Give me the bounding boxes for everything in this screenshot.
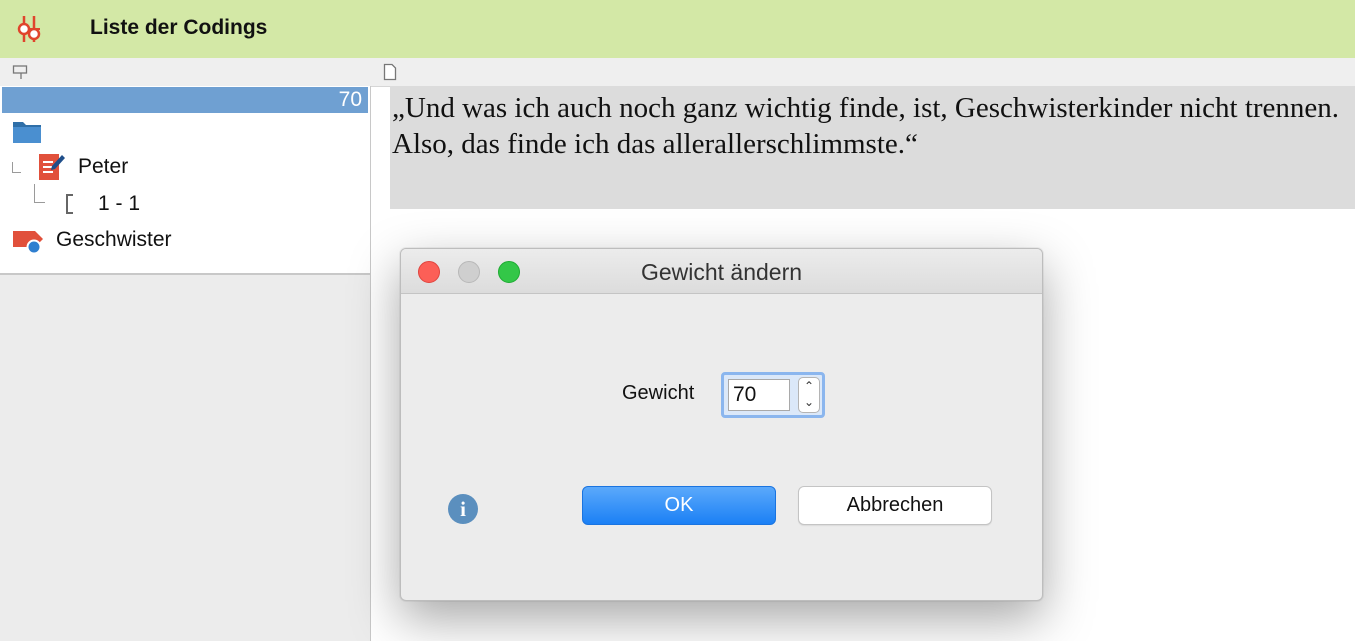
selected-coding-row[interactable]: 70: [2, 87, 368, 113]
segment-bracket-icon: [66, 194, 73, 214]
code-tag-icon: [13, 231, 43, 255]
chevron-up-icon[interactable]: ⌃: [799, 379, 819, 393]
change-weight-dialog: Gewicht ändern Gewicht 70 ⌃ ⌄ i OK Abbre…: [400, 248, 1043, 601]
code-name: Geschwister: [56, 228, 172, 251]
coding-tree: 70 Peter 1 - 1 Geschwister: [0, 86, 371, 275]
tree-item-segment[interactable]: 1 - 1: [64, 189, 140, 219]
weight-input[interactable]: 70: [728, 379, 790, 411]
tree-item-document[interactable]: Peter: [38, 152, 128, 182]
dialog-title: Gewicht ändern: [640, 259, 803, 285]
tree-item-code[interactable]: Geschwister: [12, 225, 172, 255]
info-icon[interactable]: i: [448, 494, 478, 524]
tree-item-folder[interactable]: [12, 116, 42, 146]
right-panel-toolbar: [370, 58, 1355, 87]
left-panel-empty-area: [0, 275, 371, 641]
segment-position: 1 - 1: [98, 192, 141, 215]
segment-text: „Und was ich auch noch ganz wichtig find…: [392, 92, 1340, 160]
text-document-icon: [39, 154, 65, 180]
cancel-button[interactable]: Abbrechen: [798, 486, 992, 525]
dialog-titlebar[interactable]: Gewicht ändern: [401, 249, 1042, 294]
coding-list-icon: [17, 16, 41, 42]
weight-stepper: 70 ⌃ ⌄: [721, 372, 825, 418]
title-bar: Liste der Codings: [0, 0, 1355, 58]
coded-segment-preview: „Und was ich auch noch ganz wichtig find…: [390, 86, 1355, 209]
coding-weight: 70: [338, 88, 362, 111]
left-panel-toolbar: [0, 58, 370, 87]
tree-guide: [34, 184, 45, 203]
chevron-down-icon[interactable]: ⌄: [799, 395, 819, 409]
folder-icon: [13, 122, 41, 143]
weight-label: Gewicht: [622, 382, 695, 404]
tree-guide: [12, 162, 21, 173]
ok-button[interactable]: OK: [582, 486, 776, 525]
window-title: Liste der Codings: [90, 16, 268, 39]
document-icon[interactable]: [383, 63, 397, 81]
weight-stepper-control[interactable]: ⌃ ⌄: [798, 377, 820, 413]
comment-icon[interactable]: [12, 64, 28, 80]
document-name: Peter: [78, 155, 129, 178]
